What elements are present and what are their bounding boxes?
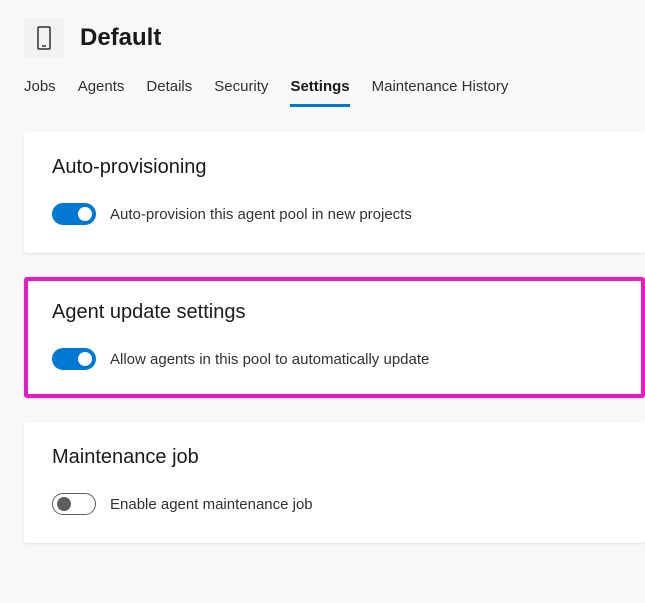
auto-provision-toggle[interactable] (52, 203, 96, 225)
tab-settings[interactable]: Settings (290, 70, 349, 107)
agent-update-toggle[interactable] (52, 348, 96, 370)
device-icon (24, 18, 64, 58)
auto-provision-row: Auto-provision this agent pool in new pr… (52, 203, 617, 225)
tab-agents[interactable]: Agents (78, 70, 125, 107)
settings-content: Auto-provisioning Auto-provision this ag… (0, 108, 645, 543)
page-header: Default (0, 0, 645, 70)
agent-update-section: Agent update settings Allow agents in th… (24, 277, 645, 398)
toggle-knob (78, 352, 92, 366)
section-title: Agent update settings (52, 301, 617, 324)
auto-provisioning-section: Auto-provisioning Auto-provision this ag… (24, 132, 645, 253)
toggle-label: Enable agent maintenance job (110, 496, 313, 513)
tab-details[interactable]: Details (146, 70, 192, 107)
toggle-knob (78, 207, 92, 221)
page-title: Default (80, 24, 161, 52)
section-title: Maintenance job (52, 446, 617, 469)
tab-maintenance-history[interactable]: Maintenance History (372, 70, 509, 107)
toggle-label: Auto-provision this agent pool in new pr… (110, 206, 412, 223)
maintenance-row: Enable agent maintenance job (52, 493, 617, 515)
maintenance-job-section: Maintenance job Enable agent maintenance… (24, 422, 645, 543)
toggle-knob (57, 497, 71, 511)
toggle-label: Allow agents in this pool to automatical… (110, 351, 429, 368)
maintenance-toggle[interactable] (52, 493, 96, 515)
agent-update-row: Allow agents in this pool to automatical… (52, 348, 617, 370)
tab-jobs[interactable]: Jobs (24, 70, 56, 107)
section-title: Auto-provisioning (52, 156, 617, 179)
tab-bar: Jobs Agents Details Security Settings Ma… (0, 70, 645, 108)
tab-security[interactable]: Security (214, 70, 268, 107)
